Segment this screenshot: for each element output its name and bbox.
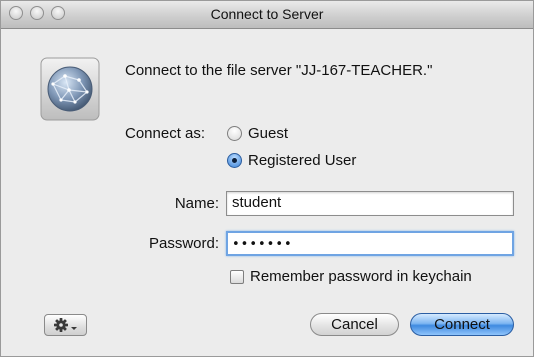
guest-radio-label: Guest — [248, 125, 289, 142]
registered-user-radio[interactable] — [227, 153, 242, 168]
connect-to-server-dialog: Connect to Server Connect to the file se… — [0, 0, 534, 357]
gear-icon — [53, 318, 77, 332]
password-label: Password: — [148, 235, 219, 252]
registered-user-radio-option[interactable]: Registered User — [227, 152, 356, 169]
name-label: Name: — [174, 195, 219, 212]
guest-radio-option[interactable]: Guest — [227, 125, 288, 142]
registered-user-radio-label: Registered User — [248, 152, 357, 169]
guest-radio[interactable] — [227, 126, 242, 141]
connect-as-label: Connect as: — [125, 125, 206, 142]
password-field[interactable]: ••••••• — [226, 231, 514, 256]
remember-password-checkbox[interactable] — [230, 269, 244, 284]
cancel-button[interactable]: Cancel — [310, 313, 399, 336]
network-globe-icon — [40, 57, 100, 121]
name-field[interactable]: student — [226, 191, 514, 216]
connect-button[interactable]: Connect — [410, 313, 514, 336]
remember-password-label: Remember password in keychain — [250, 268, 472, 285]
remember-password-option[interactable]: Remember password in keychain — [230, 268, 472, 285]
title-bar[interactable]: Connect to Server — [1, 1, 533, 29]
dialog-message: Connect to the file server "JJ-167-TEACH… — [125, 62, 433, 79]
window-title: Connect to Server — [210, 6, 324, 22]
action-menu-button[interactable] — [44, 314, 87, 336]
